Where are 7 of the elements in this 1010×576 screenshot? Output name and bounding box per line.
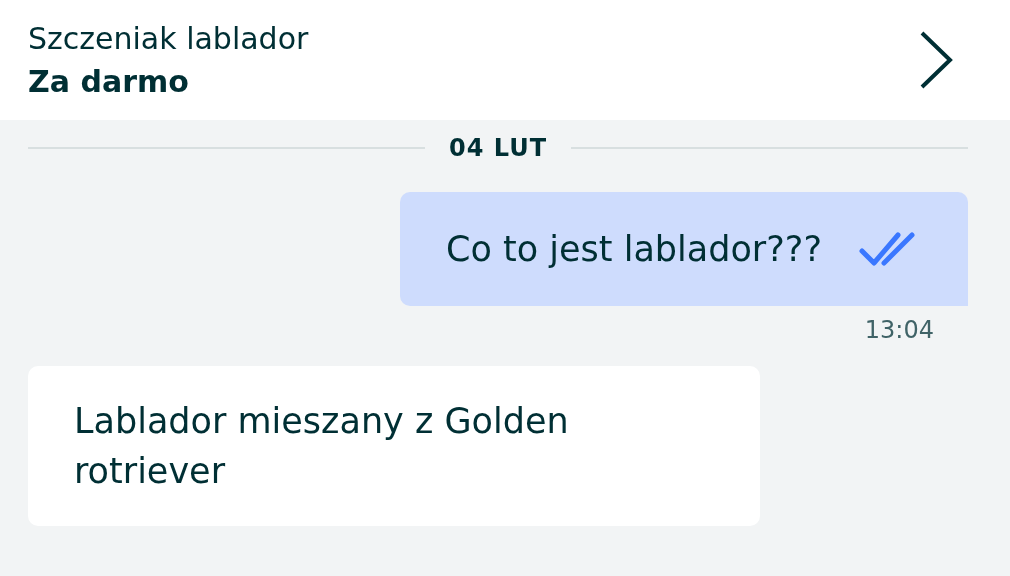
- message-text: Lablador mieszany z Golden rotriever: [74, 401, 569, 491]
- listing-price: Za darmo: [28, 64, 190, 99]
- message-text: Co to jest lablador???: [446, 228, 822, 271]
- listing-title: Szczeniak lablador: [28, 21, 309, 56]
- date-separator: 04 LUT: [448, 134, 548, 162]
- message-time: 13:04: [864, 316, 934, 344]
- chevron-right-icon[interactable]: [918, 30, 954, 90]
